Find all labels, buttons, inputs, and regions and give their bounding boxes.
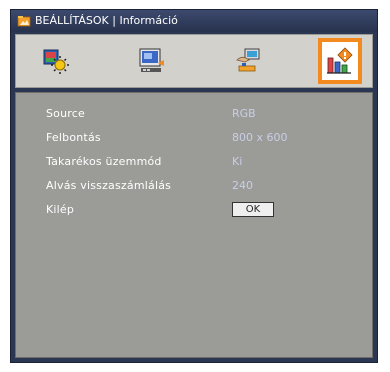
eco-mode-label: Takarékos üzemmód (46, 155, 162, 168)
source-value: RGB (232, 107, 256, 120)
window-title: BEÁLLÍTÁSOK | Információ (35, 14, 178, 27)
eco-mode-value: Ki (232, 155, 243, 168)
osd-menu-window: BEÁLLÍTÁSOK | Információ Source RGB Felb… (10, 9, 378, 363)
display-screen-icon (137, 46, 167, 76)
ok-button[interactable]: OK (232, 202, 274, 217)
hand-settings-icon (233, 46, 263, 76)
sleep-timer-label: Alvás visszaszámlálás (46, 179, 172, 192)
info-panel: Source RGB Felbontás 800 x 600 Takarékos… (15, 92, 373, 358)
resolution-label: Felbontás (46, 131, 101, 144)
tab-display-settings[interactable] (130, 38, 174, 84)
title-bar: BEÁLLÍTÁSOK | Információ (11, 10, 377, 32)
resolution-value: 800 x 600 (232, 131, 288, 144)
info-chart-icon (325, 46, 355, 76)
menu-tab-bar (15, 34, 373, 88)
settings-folder-icon (17, 14, 31, 28)
source-label: Source (46, 107, 85, 120)
tab-information[interactable] (318, 38, 362, 84)
tab-setup-settings[interactable] (226, 38, 270, 84)
tab-image-settings[interactable] (34, 38, 78, 84)
image-sun-icon (41, 46, 71, 76)
exit-label: Kilép (46, 203, 75, 216)
sleep-timer-value: 240 (232, 179, 253, 192)
